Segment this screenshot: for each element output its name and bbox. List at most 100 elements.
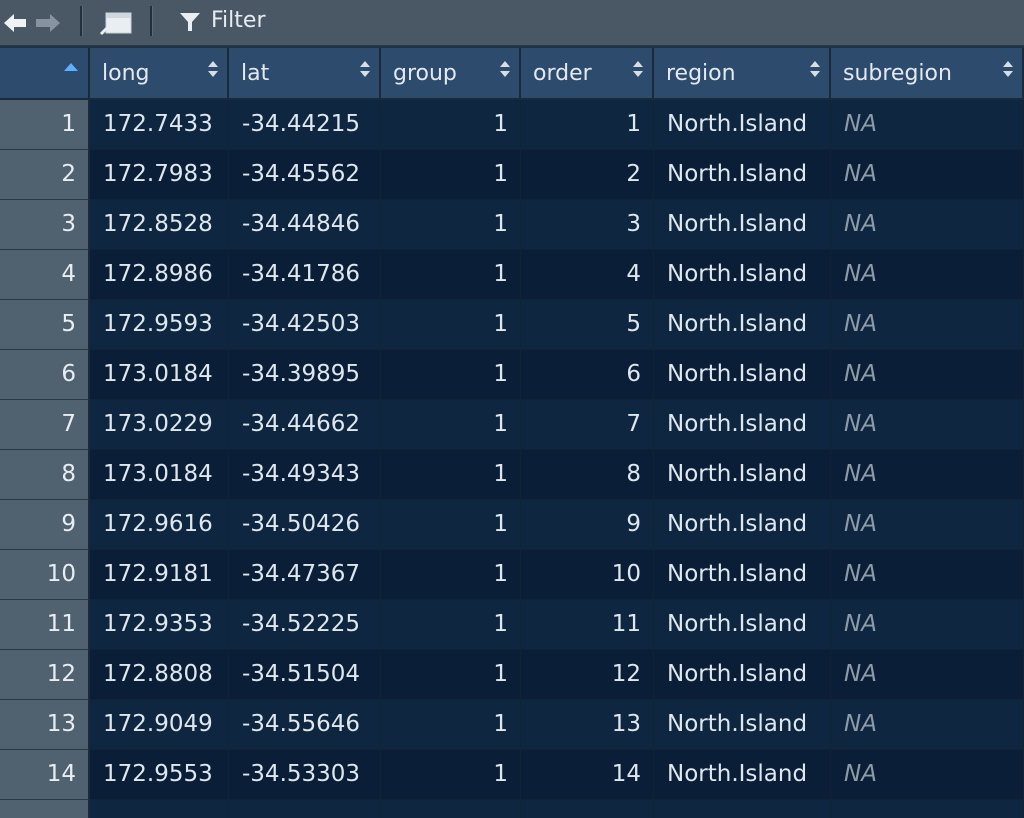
cell-long bbox=[90, 800, 229, 818]
row-index-cell bbox=[0, 800, 90, 818]
sort-toggle-icon bbox=[360, 61, 370, 77]
cell-order: 12 bbox=[521, 650, 654, 700]
cell-lat: -34.55646 bbox=[229, 700, 381, 750]
cell-region: North.Island bbox=[654, 600, 831, 650]
cell-subregion: NA bbox=[831, 550, 1024, 600]
toolbar-separator bbox=[150, 6, 153, 36]
cell-subregion bbox=[831, 800, 1024, 818]
table-row[interactable]: 10 172.9181 -34.47367 1 10 North.Island NA bbox=[0, 550, 1024, 600]
cell-order: 13 bbox=[521, 700, 654, 750]
cell-subregion: NA bbox=[831, 650, 1024, 700]
toolbar: Filter bbox=[0, 0, 1024, 46]
cell-lat: -34.49343 bbox=[229, 450, 381, 500]
cell-group: 1 bbox=[381, 700, 521, 750]
table-row[interactable]: 11 172.9353 -34.52225 1 11 North.Island NA bbox=[0, 600, 1024, 650]
cell-region: North.Island bbox=[654, 750, 831, 800]
header-order[interactable]: order bbox=[521, 48, 654, 100]
table-row[interactable]: 3 172.8528 -34.44846 1 3 North.Island NA bbox=[0, 200, 1024, 250]
cell-subregion: NA bbox=[831, 150, 1024, 200]
header-long[interactable]: long bbox=[90, 48, 229, 100]
cell-long: 172.8808 bbox=[90, 650, 229, 700]
cell-order: 10 bbox=[521, 550, 654, 600]
cell-region: North.Island bbox=[654, 300, 831, 350]
cell-region bbox=[654, 800, 831, 818]
cell-group: 1 bbox=[381, 600, 521, 650]
cell-lat bbox=[229, 800, 381, 818]
cell-long: 173.0229 bbox=[90, 400, 229, 450]
table-row[interactable]: 5 172.9593 -34.42503 1 5 North.Island NA bbox=[0, 300, 1024, 350]
cell-group: 1 bbox=[381, 650, 521, 700]
cell-region: North.Island bbox=[654, 700, 831, 750]
cell-long: 173.0184 bbox=[90, 350, 229, 400]
cell-group: 1 bbox=[381, 200, 521, 250]
cell-order: 7 bbox=[521, 400, 654, 450]
table-row[interactable] bbox=[0, 800, 1024, 818]
header-label: group bbox=[393, 61, 457, 86]
cell-subregion: NA bbox=[831, 350, 1024, 400]
table-row[interactable]: 2 172.7983 -34.45562 1 2 North.Island NA bbox=[0, 150, 1024, 200]
cell-group: 1 bbox=[381, 150, 521, 200]
data-grid: long lat group order region subregion 11… bbox=[0, 48, 1024, 818]
header-row-index[interactable] bbox=[0, 48, 90, 100]
cell-lat: -34.51504 bbox=[229, 650, 381, 700]
cell-region: North.Island bbox=[654, 500, 831, 550]
row-index-cell: 1 bbox=[0, 100, 90, 150]
header-label: subregion bbox=[843, 61, 952, 86]
cell-long: 172.9353 bbox=[90, 600, 229, 650]
arrow-left-icon[interactable] bbox=[2, 10, 28, 36]
cell-subregion: NA bbox=[831, 500, 1024, 550]
row-index-cell: 7 bbox=[0, 400, 90, 450]
row-index-cell: 5 bbox=[0, 300, 90, 350]
cell-group: 1 bbox=[381, 350, 521, 400]
header-label: region bbox=[666, 61, 736, 86]
cell-order: 5 bbox=[521, 300, 654, 350]
table-row[interactable]: 1 172.7433 -34.44215 1 1 North.Island NA bbox=[0, 100, 1024, 150]
header-subregion[interactable]: subregion bbox=[831, 48, 1024, 100]
cell-subregion: NA bbox=[831, 300, 1024, 350]
cell-long: 172.8528 bbox=[90, 200, 229, 250]
cell-group: 1 bbox=[381, 750, 521, 800]
table-row[interactable]: 14 172.9553 -34.53303 1 14 North.Island NA bbox=[0, 750, 1024, 800]
header-label: long bbox=[102, 61, 150, 86]
header-region[interactable]: region bbox=[654, 48, 831, 100]
cell-region: North.Island bbox=[654, 550, 831, 600]
table-row[interactable]: 6 173.0184 -34.39895 1 6 North.Island NA bbox=[0, 350, 1024, 400]
row-index-cell: 9 bbox=[0, 500, 90, 550]
cell-lat: -34.50426 bbox=[229, 500, 381, 550]
cell-region: North.Island bbox=[654, 250, 831, 300]
open-in-new-window-icon[interactable] bbox=[98, 9, 134, 37]
cell-long: 172.9553 bbox=[90, 750, 229, 800]
table-row[interactable]: 4 172.8986 -34.41786 1 4 North.Island NA bbox=[0, 250, 1024, 300]
cell-long: 172.9616 bbox=[90, 500, 229, 550]
table-row[interactable]: 9 172.9616 -34.50426 1 9 North.Island NA bbox=[0, 500, 1024, 550]
row-index-cell: 13 bbox=[0, 700, 90, 750]
cell-order bbox=[521, 800, 654, 818]
sort-toggle-icon bbox=[500, 61, 510, 77]
table-row[interactable]: 8 173.0184 -34.49343 1 8 North.Island NA bbox=[0, 450, 1024, 500]
header-label: order bbox=[533, 61, 592, 86]
cell-long: 172.7983 bbox=[90, 150, 229, 200]
row-index-cell: 3 bbox=[0, 200, 90, 250]
cell-lat: -34.52225 bbox=[229, 600, 381, 650]
cell-lat: -34.45562 bbox=[229, 150, 381, 200]
arrow-right-icon[interactable] bbox=[34, 10, 62, 36]
header-label: lat bbox=[241, 61, 270, 86]
header-lat[interactable]: lat bbox=[229, 48, 381, 100]
cell-region: North.Island bbox=[654, 450, 831, 500]
cell-lat: -34.47367 bbox=[229, 550, 381, 600]
cell-lat: -34.44846 bbox=[229, 200, 381, 250]
cell-long: 173.0184 bbox=[90, 450, 229, 500]
toolbar-separator bbox=[80, 6, 83, 36]
row-index-cell: 6 bbox=[0, 350, 90, 400]
cell-region: North.Island bbox=[654, 100, 831, 150]
cell-order: 14 bbox=[521, 750, 654, 800]
table-row[interactable]: 13 172.9049 -34.55646 1 13 North.Island NA bbox=[0, 700, 1024, 750]
cell-group: 1 bbox=[381, 450, 521, 500]
table-row[interactable]: 7 173.0229 -34.44662 1 7 North.Island NA bbox=[0, 400, 1024, 450]
cell-order: 6 bbox=[521, 350, 654, 400]
table-row[interactable]: 12 172.8808 -34.51504 1 12 North.Island NA bbox=[0, 650, 1024, 700]
header-group[interactable]: group bbox=[381, 48, 521, 100]
cell-subregion: NA bbox=[831, 600, 1024, 650]
cell-order: 4 bbox=[521, 250, 654, 300]
cell-order: 11 bbox=[521, 600, 654, 650]
